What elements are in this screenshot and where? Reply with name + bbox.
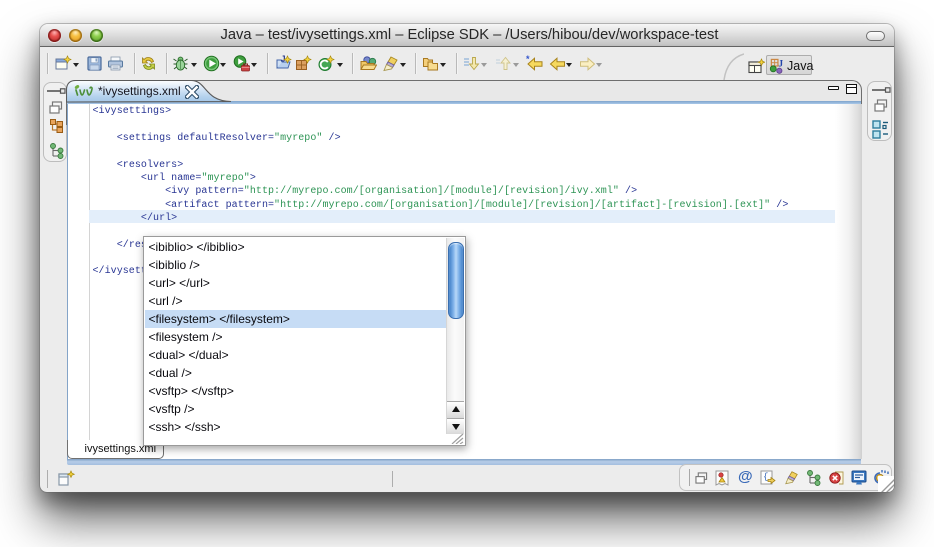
svg-text:{: {	[763, 472, 768, 482]
svg-text:J: J	[778, 59, 783, 69]
